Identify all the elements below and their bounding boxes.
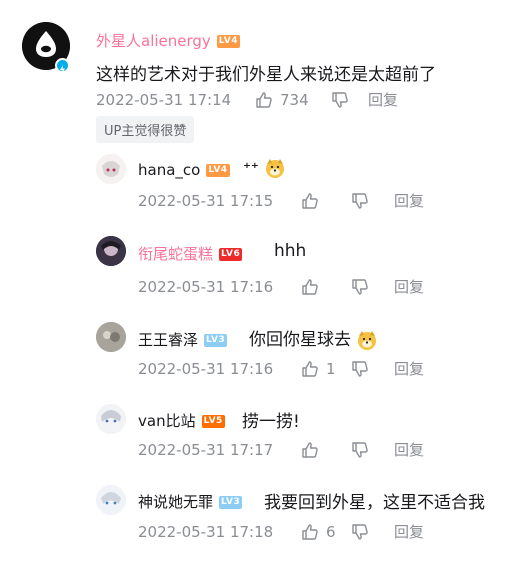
main-comment: 外星人alienergy LV4 这样的艺术对于我们外星人来说还是太超前了 202… [0, 0, 524, 145]
reply-meta: 2022-05-31 17:15 回复 [138, 190, 424, 211]
reply-text: hhh [274, 241, 307, 261]
avatar[interactable] [96, 236, 126, 266]
reply-text-content: ⁺⁺ [243, 159, 259, 177]
reply-date: 2022-05-31 17:18 [138, 522, 274, 541]
reply-button[interactable]: 回复 [394, 521, 424, 542]
avatar[interactable] [96, 322, 126, 352]
username[interactable]: 衔尾蛇蛋糕 LV6 [138, 243, 243, 264]
reply-meta: 2022-05-31 17:16 回复 [138, 276, 424, 297]
dog-face-sticker-icon [266, 159, 285, 178]
level-badge: LV3 [219, 496, 243, 509]
username-text[interactable]: 神说她无罪 [138, 493, 213, 511]
reply-date: 2022-05-31 17:17 [138, 440, 274, 459]
username-text[interactable]: 外星人alienergy [96, 32, 211, 50]
reply-meta: 2022-05-31 17:17 回复 [138, 439, 424, 460]
username[interactable]: 王王睿泽 LV3 [138, 329, 228, 350]
like-icon[interactable] [300, 359, 320, 379]
level-badge: LV4 [216, 35, 241, 48]
dislike-icon[interactable] [350, 522, 370, 542]
username[interactable]: 外星人alienergy LV4 [96, 30, 241, 51]
reply-text: 捞一捞! [242, 412, 300, 432]
like-icon[interactable] [254, 90, 274, 110]
reply-meta: 2022-05-31 17:16 1 回复 [138, 358, 424, 379]
reply-date: 2022-05-31 17:16 [138, 359, 274, 378]
avatar[interactable] [96, 485, 126, 515]
reply-button[interactable]: 回复 [368, 89, 398, 110]
username-text[interactable]: 衔尾蛇蛋糕 [138, 245, 213, 263]
like-icon[interactable] [300, 522, 320, 542]
verified-badge-icon [55, 58, 70, 74]
reply-text-content: 你回你星球去 [249, 330, 351, 350]
level-badge: LV5 [201, 415, 225, 428]
reply-text: 你回你星球去 [249, 325, 378, 351]
comment-text: 这样的艺术对于我们外星人来说还是太超前了 [96, 65, 436, 85]
reply-button[interactable]: 回复 [394, 190, 424, 211]
reply-date: 2022-05-31 17:15 [138, 191, 274, 210]
reply-item: van比站 LV5 捞一捞! 2022-05-31 17:17 回复 [0, 400, 524, 470]
level-badge: LV3 [204, 334, 228, 347]
reply-item: hana_co LV4 ⁺⁺ 2022-05-31 17:15 回复 [0, 150, 524, 220]
reply-meta: 2022-05-31 17:18 6 回复 [138, 521, 424, 542]
like-icon[interactable] [300, 277, 320, 297]
dislike-icon[interactable] [350, 440, 370, 460]
up-liked-tag: UP主觉得很赞 [96, 116, 195, 143]
username[interactable]: van比站 LV5 [138, 410, 225, 431]
dislike-icon[interactable] [330, 90, 350, 110]
username-text[interactable]: 王王睿泽 [138, 331, 198, 349]
like-icon[interactable] [300, 191, 320, 211]
comment-date: 2022-05-31 17:14 [96, 90, 232, 109]
reply-item: 衔尾蛇蛋糕 LV6 hhh 2022-05-31 17:16 回复 [0, 234, 524, 304]
username-text[interactable]: hana_co [138, 161, 200, 179]
reply-text: 我要回到外星，这里不适合我 [264, 493, 485, 513]
dislike-icon[interactable] [350, 191, 370, 211]
level-badge: LV4 [206, 164, 230, 177]
avatar[interactable] [96, 154, 126, 184]
dislike-icon[interactable] [350, 359, 370, 379]
dog-face-sticker-icon [358, 331, 377, 350]
comment-meta: 2022-05-31 17:14 734 回复 [96, 89, 398, 110]
reply-item: 王王睿泽 LV3 你回你星球去 2022-05-31 17:16 1 回复 [0, 318, 524, 388]
level-badge: LV6 [219, 248, 243, 261]
username[interactable]: hana_co LV4 [138, 161, 230, 179]
like-count: 1 [326, 359, 336, 378]
reply-button[interactable]: 回复 [394, 439, 424, 460]
dislike-icon[interactable] [350, 277, 370, 297]
username[interactable]: 神说她无罪 LV3 [138, 491, 243, 512]
like-count: 734 [280, 90, 309, 109]
username-text[interactable]: van比站 [138, 412, 196, 430]
like-count: 6 [326, 522, 336, 541]
reply-item: 神说她无罪 LV3 我要回到外星，这里不适合我 2022-05-31 17:18 … [0, 482, 524, 558]
like-icon[interactable] [300, 440, 320, 460]
avatar[interactable] [96, 404, 126, 434]
reply-button[interactable]: 回复 [394, 358, 424, 379]
reply-button[interactable]: 回复 [394, 276, 424, 297]
reply-date: 2022-05-31 17:16 [138, 277, 274, 296]
reply-text: ⁺⁺ [243, 157, 286, 179]
